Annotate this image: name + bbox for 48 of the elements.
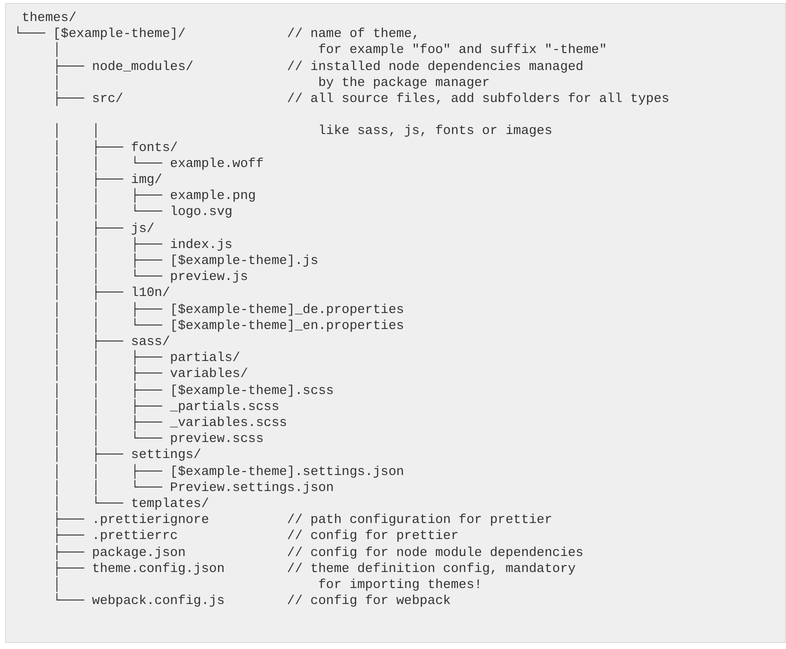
tree-line: │ │ ├─── _partials.scss bbox=[52, 398, 280, 415]
tree-line: │ │ └─── Preview.settings.json bbox=[52, 480, 334, 496]
code-comment: // path configuration for prettier bbox=[287, 512, 552, 528]
tree-line: │ │ └─── preview.scss bbox=[52, 431, 264, 448]
tree-line: │ │ ├─── index.js bbox=[52, 236, 232, 253]
tree-line: │ ├─── sass/ bbox=[52, 334, 170, 350]
tree-line: │ │ ├─── example.png bbox=[52, 188, 256, 204]
tree-line: └─── [$example-theme]/ bbox=[14, 26, 187, 42]
tree-line: │ │ ├─── variables/ bbox=[52, 366, 248, 383]
code-comment: // name of theme, bbox=[287, 26, 420, 42]
tree-line: │ │ ├─── _variables.scss bbox=[52, 415, 288, 432]
tree-line: │ ├─── js/ bbox=[52, 220, 154, 236]
tree-line: ├─── package.json bbox=[52, 544, 187, 561]
code-comment: // config for node module dependencies bbox=[287, 544, 584, 561]
tree-line: │ │ bbox=[52, 123, 101, 140]
tree-line: │ │ ├─── partials/ bbox=[52, 350, 240, 366]
tree-line: ├─── node_modules/ bbox=[52, 58, 194, 74]
tree-line: │ ├─── l10n/ bbox=[52, 285, 170, 302]
tree-line: └─── webpack.config.js bbox=[52, 593, 226, 610]
tree-line: │ bbox=[52, 74, 61, 91]
code-comment: // installed node dependencies managed bbox=[287, 58, 584, 75]
tree-line: │ bbox=[52, 42, 62, 59]
tree-line: │ │ └─── [$example-theme]_en.properties bbox=[52, 318, 404, 334]
code-comment: for importing themes! bbox=[318, 577, 482, 594]
tree-line: │ │ ├─── [$example-theme].scss bbox=[52, 382, 334, 398]
code-comment: like sass, js, fonts or images bbox=[318, 123, 552, 140]
code-comment: by the package manager bbox=[318, 74, 490, 92]
tree-line: │ │ ├─── [$example-theme]_de.properties bbox=[52, 302, 404, 317]
tree-line: │ │ ├─── [$example-theme].js bbox=[52, 253, 318, 270]
tree-line: ├─── theme.config.json bbox=[52, 560, 226, 577]
tree-line: │ │ ├─── [$example-theme].settings.json bbox=[52, 464, 404, 480]
code-comment: // config for prettier bbox=[287, 528, 459, 545]
tree-line: │ ├─── img/ bbox=[52, 172, 162, 188]
tree-line: │ │ └─── preview.js bbox=[52, 269, 248, 286]
tree-line: │ └─── templates/ bbox=[52, 496, 210, 512]
tree-line: │ ├─── settings/ bbox=[52, 447, 202, 464]
code-comment: for example "foo" and suffix "-theme" bbox=[318, 42, 607, 59]
tree-line: ├─── .prettierrc bbox=[52, 528, 179, 545]
code-comment: // config for webpack bbox=[287, 593, 451, 610]
tree-line: │ │ └─── logo.svg bbox=[52, 204, 232, 221]
code-comment: // all source files, add subfolders for all types bbox=[287, 91, 670, 108]
tree-line: │ │ └─── example.woff bbox=[52, 156, 264, 172]
tree-line: ├─── src/ bbox=[52, 91, 124, 108]
tree-line: │ ├─── fonts/ bbox=[52, 140, 178, 155]
code-comment: // theme definition config, mandatory bbox=[287, 560, 576, 578]
tree-line: ├─── .prettierignore bbox=[52, 512, 210, 528]
tree-line: │ bbox=[52, 577, 61, 594]
tree-line: themes/ bbox=[20, 10, 76, 26]
